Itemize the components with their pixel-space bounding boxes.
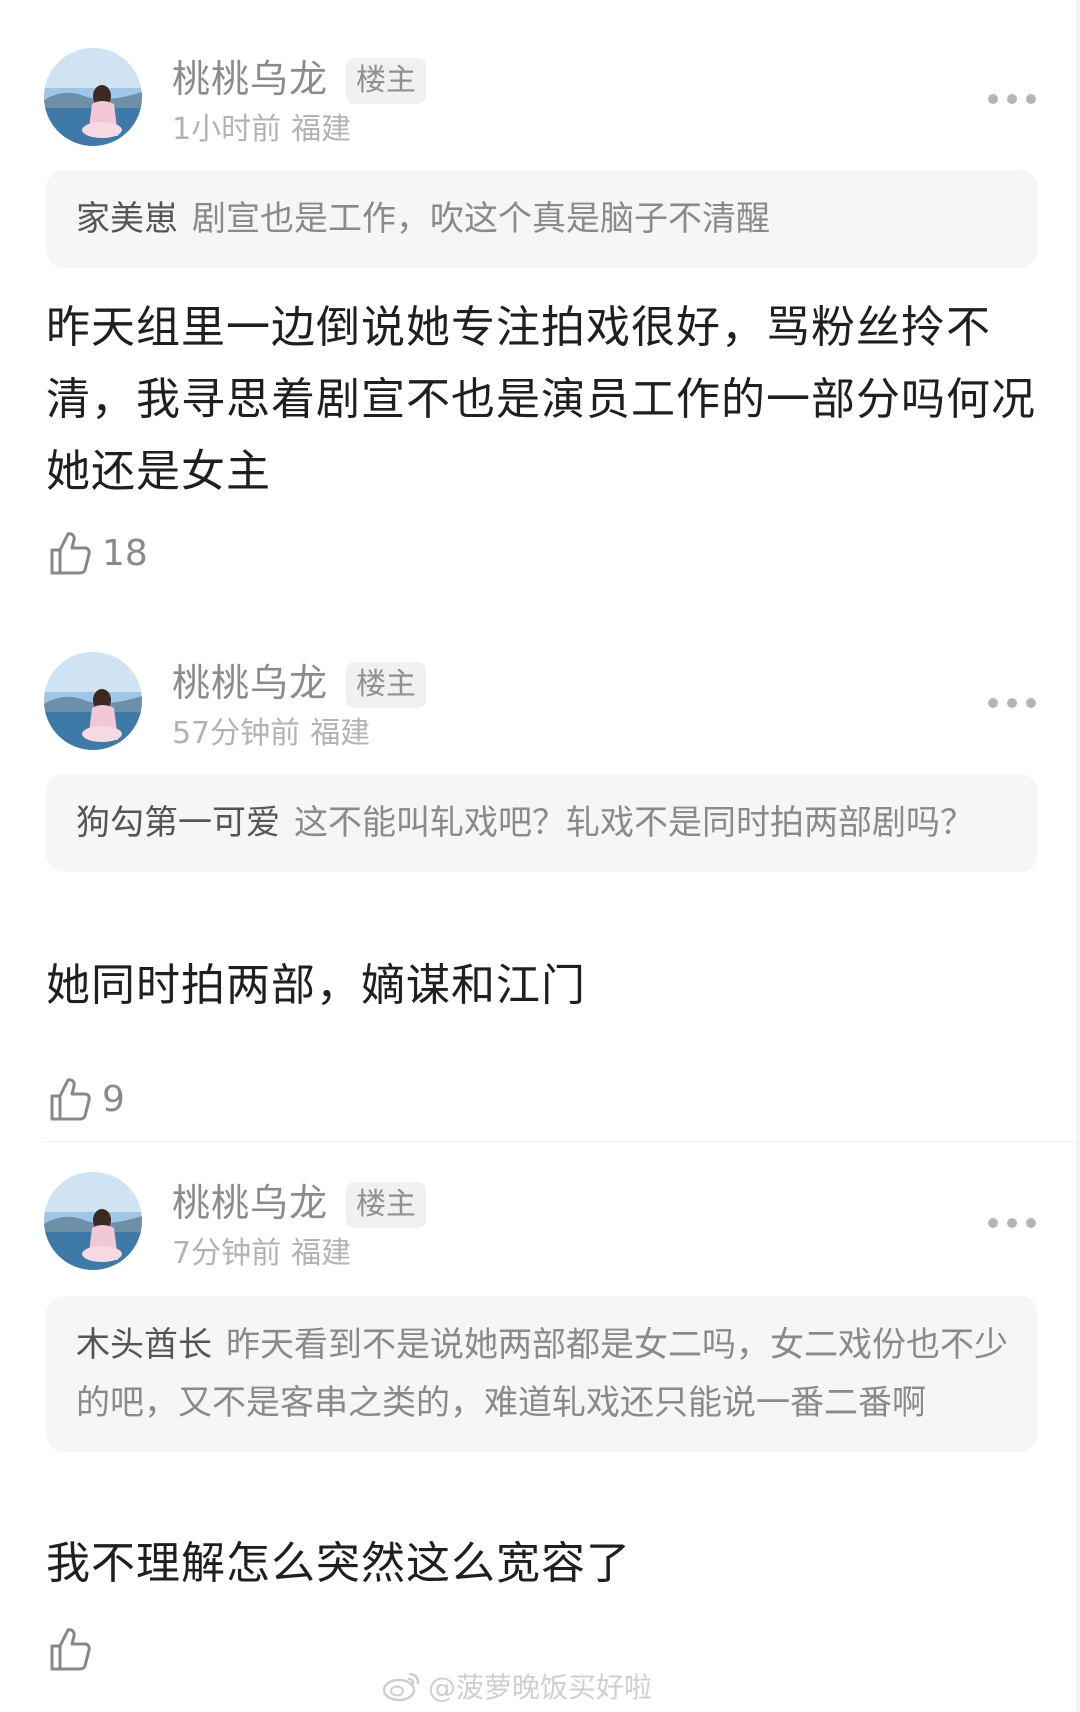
avatar[interactable] — [44, 652, 142, 750]
divider — [44, 1141, 1080, 1142]
watermark-text: @菠萝晚饭买好啦 — [428, 1671, 653, 1704]
comment-meta: 57分钟前 福建 — [172, 714, 370, 754]
timestamp: 1小时前 — [172, 112, 282, 147]
quoted-username[interactable]: 木头酋长 — [76, 1325, 212, 1365]
comment-text: 她同时拍两部，嫡谋和江门 — [46, 960, 586, 1011]
more-dots-icon[interactable] — [988, 92, 1036, 106]
quoted-reply[interactable]: 狗勾第一可爱 这不能叫轧戏吧？轧戏不是同时拍两部剧吗？ — [46, 774, 1038, 872]
scroll-edge — [1076, 0, 1080, 1712]
username[interactable]: 桃桃乌龙 — [172, 1180, 328, 1226]
thumbs-up-icon — [50, 1628, 91, 1671]
like-button[interactable]: 9 — [48, 1074, 125, 1124]
comment-meta: 7分钟前 福建 — [172, 1234, 351, 1274]
username[interactable]: 桃桃乌龙 — [172, 56, 328, 102]
comment-thread: 桃桃乌龙 楼主 1小时前 福建 家美崽 剧宣也是工作，吹这个真是脑子不清醒 昨天组里… — [0, 0, 1080, 1712]
watermark: @菠萝晚饭买好啦 — [382, 1666, 652, 1706]
thumbs-up-icon — [50, 532, 91, 575]
avatar[interactable] — [44, 48, 142, 146]
quoted-reply[interactable]: 家美崽 剧宣也是工作，吹这个真是脑子不清醒 — [46, 170, 1038, 268]
comment-text: 我不理解怎么突然这么宽容了 — [46, 1538, 631, 1589]
location: 福建 — [291, 1236, 352, 1271]
timestamp: 7分钟前 — [172, 1236, 282, 1271]
weibo-logo-icon — [382, 1672, 420, 1702]
timestamp: 57分钟前 — [172, 716, 301, 751]
more-dots-icon[interactable] — [988, 1216, 1036, 1230]
location: 福建 — [291, 112, 352, 147]
like-button[interactable] — [48, 1624, 102, 1674]
like-count: 18 — [102, 532, 148, 574]
quoted-text: 剧宣也是工作，吹这个真是脑子不清醒 — [192, 199, 770, 239]
location: 福建 — [310, 716, 371, 751]
quoted-reply[interactable]: 木头酋长 昨天看到不是说她两部都是女二吗，女二戏份也不少的吧，又不是客串之类的，难… — [46, 1296, 1038, 1452]
like-button[interactable]: 18 — [48, 528, 148, 578]
comment-meta: 1小时前 福建 — [172, 110, 351, 150]
quoted-text: 昨天看到不是说她两部都是女二吗，女二戏份也不少的吧，又不是客串之类的，难道轧戏还… — [76, 1325, 1008, 1423]
owner-badge: 楼主 — [346, 1182, 426, 1228]
quoted-username[interactable]: 家美崽 — [76, 199, 178, 239]
more-dots-icon[interactable] — [988, 696, 1036, 710]
thumbs-up-icon — [50, 1078, 91, 1121]
comment-text: 昨天组里一边倒说她专注拍戏很好，骂粉丝拎不清，我寻思着剧宣不也是演员工作的一部分… — [46, 302, 1036, 497]
username[interactable]: 桃桃乌龙 — [172, 660, 328, 706]
like-count: 9 — [102, 1078, 125, 1120]
owner-badge: 楼主 — [346, 662, 426, 708]
quoted-text: 这不能叫轧戏吧？轧戏不是同时拍两部剧吗？ — [294, 803, 974, 843]
owner-badge: 楼主 — [346, 58, 426, 104]
quoted-username[interactable]: 狗勾第一可爱 — [76, 803, 280, 843]
avatar[interactable] — [44, 1172, 142, 1270]
